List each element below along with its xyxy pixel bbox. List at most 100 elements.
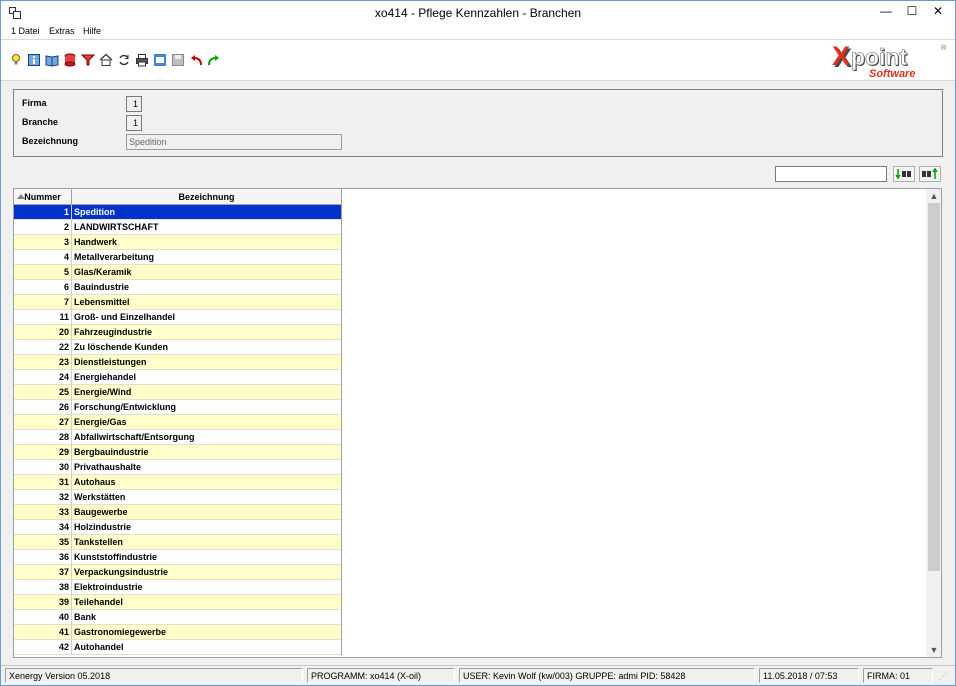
cell-nummer: 6 bbox=[14, 280, 72, 295]
title-bar: xo414 - Pflege Kennzahlen - Branchen — ☐… bbox=[1, 1, 955, 25]
home-icon[interactable] bbox=[99, 53, 113, 67]
cell-nummer: 1 bbox=[14, 205, 72, 220]
svg-text:Software: Software bbox=[869, 68, 915, 79]
table-row[interactable]: 32 Werkstätten bbox=[14, 490, 342, 505]
cell-bezeichnung: Elektroindustrie bbox=[72, 580, 342, 595]
status-programm: PROGRAMM: xo414 (X-oil) bbox=[307, 668, 455, 683]
cell-nummer: 39 bbox=[14, 595, 72, 610]
search-up-button[interactable] bbox=[919, 166, 941, 182]
cell-bezeichnung: Lebensmittel bbox=[72, 295, 342, 310]
table-row[interactable]: 22 Zu löschende Kunden bbox=[14, 340, 342, 355]
window-icon[interactable] bbox=[153, 53, 167, 67]
status-user: USER: Kevin Wolf (kw/003) GRUPPE: admi P… bbox=[459, 668, 755, 683]
column-header-nummer[interactable]: Nummer bbox=[14, 189, 72, 205]
status-firma: FIRMA: 01 bbox=[863, 668, 933, 683]
table-row[interactable]: 23 Dienstleistungen bbox=[14, 355, 342, 370]
scroll-thumb[interactable] bbox=[928, 203, 940, 571]
table-row[interactable]: 31 Autohaus bbox=[14, 475, 342, 490]
branchen-table: Nummer Bezeichnung 1 Spedition 2 LANDWIRTSC… bbox=[13, 188, 942, 658]
save-icon[interactable] bbox=[171, 53, 185, 67]
cell-nummer: 2 bbox=[14, 220, 72, 235]
column-header-bezeichnung[interactable]: Bezeichnung bbox=[72, 189, 342, 205]
cell-nummer: 33 bbox=[14, 505, 72, 520]
cell-nummer: 32 bbox=[14, 490, 72, 505]
cell-bezeichnung: Glas/Keramik bbox=[72, 265, 342, 280]
table-row[interactable]: 42 Autohandel bbox=[14, 640, 342, 655]
table-row[interactable]: 24 Energiehandel bbox=[14, 370, 342, 385]
cell-bezeichnung: Autohaus bbox=[72, 475, 342, 490]
scroll-down-icon[interactable]: ▼ bbox=[926, 643, 941, 657]
table-row[interactable]: 2 LANDWIRTSCHAFT bbox=[14, 220, 342, 235]
search-up-icon bbox=[922, 167, 938, 179]
cell-nummer: 37 bbox=[14, 565, 72, 580]
table-row[interactable]: 29 Bergbauindustrie bbox=[14, 445, 342, 460]
header-panel: Firma 1 Branche 1 Bezeichnung Spedition bbox=[13, 89, 943, 157]
open-book-icon[interactable] bbox=[45, 53, 59, 67]
table-body: 1 Spedition 2 LANDWIRTSCHAFT 3 Handwerk 4 Metal… bbox=[14, 205, 342, 655]
table-row[interactable]: 39 Teilehandel bbox=[14, 595, 342, 610]
cell-nummer: 42 bbox=[14, 640, 72, 655]
table-row[interactable]: 20 Fahrzeugindustrie bbox=[14, 325, 342, 340]
scroll-up-icon[interactable]: ▲ bbox=[926, 189, 941, 203]
print-icon[interactable] bbox=[135, 53, 149, 67]
cell-bezeichnung: Verpackungsindustrie bbox=[72, 565, 342, 580]
table-row[interactable]: 3 Handwerk bbox=[14, 235, 342, 250]
database-icon[interactable] bbox=[63, 53, 77, 67]
cell-nummer: 23 bbox=[14, 355, 72, 370]
search-input[interactable] bbox=[775, 166, 887, 182]
table-row[interactable]: 5 Glas/Keramik bbox=[14, 265, 342, 280]
cell-bezeichnung: Bergbauindustrie bbox=[72, 445, 342, 460]
table-row[interactable]: 1 Spedition bbox=[14, 205, 342, 220]
table-row[interactable]: 36 Kunststoffindustrie bbox=[14, 550, 342, 565]
menu-datei[interactable]: 1 Datei bbox=[11, 26, 40, 36]
table-row[interactable]: 4 Metallverarbeitung bbox=[14, 250, 342, 265]
lightbulb-icon[interactable] bbox=[9, 53, 23, 67]
filter-icon[interactable] bbox=[81, 53, 95, 67]
table-row[interactable]: 26 Forschung/Entwicklung bbox=[14, 400, 342, 415]
column-header-nummer-label: Nummer bbox=[24, 192, 61, 202]
resize-grip-icon[interactable]: ⋰ bbox=[939, 672, 951, 684]
redo-icon[interactable] bbox=[207, 53, 221, 67]
table-row[interactable]: 27 Energie/Gas bbox=[14, 415, 342, 430]
table-row[interactable]: 25 Energie/Wind bbox=[14, 385, 342, 400]
cell-nummer: 31 bbox=[14, 475, 72, 490]
cell-nummer: 22 bbox=[14, 340, 72, 355]
cell-bezeichnung: Holzindustrie bbox=[72, 520, 342, 535]
cell-nummer: 34 bbox=[14, 520, 72, 535]
table-row[interactable]: 38 Elektroindustrie bbox=[14, 580, 342, 595]
table-row[interactable]: 33 Baugewerbe bbox=[14, 505, 342, 520]
cell-bezeichnung: Baugewerbe bbox=[72, 505, 342, 520]
table-row[interactable]: 6 Bauindustrie bbox=[14, 280, 342, 295]
table-row[interactable]: 34 Holzindustrie bbox=[14, 520, 342, 535]
info-book-icon[interactable] bbox=[27, 53, 41, 67]
application-window: xo414 - Pflege Kennzahlen - Branchen — ☐… bbox=[0, 0, 956, 686]
table-row[interactable]: 28 Abfallwirtschaft/Entsorgung bbox=[14, 430, 342, 445]
undo-icon[interactable] bbox=[189, 53, 203, 67]
cell-nummer: 7 bbox=[14, 295, 72, 310]
refresh-icon[interactable] bbox=[117, 53, 131, 67]
search-down-button[interactable] bbox=[893, 166, 915, 182]
cell-bezeichnung: LANDWIRTSCHAFT bbox=[72, 220, 342, 235]
table-row[interactable]: 40 Bank bbox=[14, 610, 342, 625]
cell-bezeichnung: Bank bbox=[72, 610, 342, 625]
cell-bezeichnung: Handwerk bbox=[72, 235, 342, 250]
close-button[interactable]: ✕ bbox=[923, 1, 953, 23]
cell-nummer: 29 bbox=[14, 445, 72, 460]
cell-nummer: 4 bbox=[14, 250, 72, 265]
cell-nummer: 36 bbox=[14, 550, 72, 565]
bezeichnung-field[interactable]: Spedition bbox=[126, 134, 342, 150]
table-row[interactable]: 30 Privathaushalte bbox=[14, 460, 342, 475]
table-row[interactable]: 35 Tankstellen bbox=[14, 535, 342, 550]
vertical-scrollbar[interactable]: ▲ ▼ bbox=[926, 189, 941, 657]
table-row[interactable]: 41 Gastronomiegewerbe bbox=[14, 625, 342, 640]
menu-hilfe[interactable]: Hilfe bbox=[83, 26, 101, 36]
table-row[interactable]: 11 Groß- und Einzelhandel bbox=[14, 310, 342, 325]
cell-nummer: 24 bbox=[14, 370, 72, 385]
svg-text:X: X bbox=[832, 41, 850, 71]
menu-extras[interactable]: Extras bbox=[49, 26, 75, 36]
cell-bezeichnung: Energie/Gas bbox=[72, 415, 342, 430]
table-row[interactable]: 7 Lebensmittel bbox=[14, 295, 342, 310]
branche-field[interactable]: 1 bbox=[126, 115, 142, 131]
table-row[interactable]: 37 Verpackungsindustrie bbox=[14, 565, 342, 580]
firma-field[interactable]: 1 bbox=[126, 96, 142, 112]
